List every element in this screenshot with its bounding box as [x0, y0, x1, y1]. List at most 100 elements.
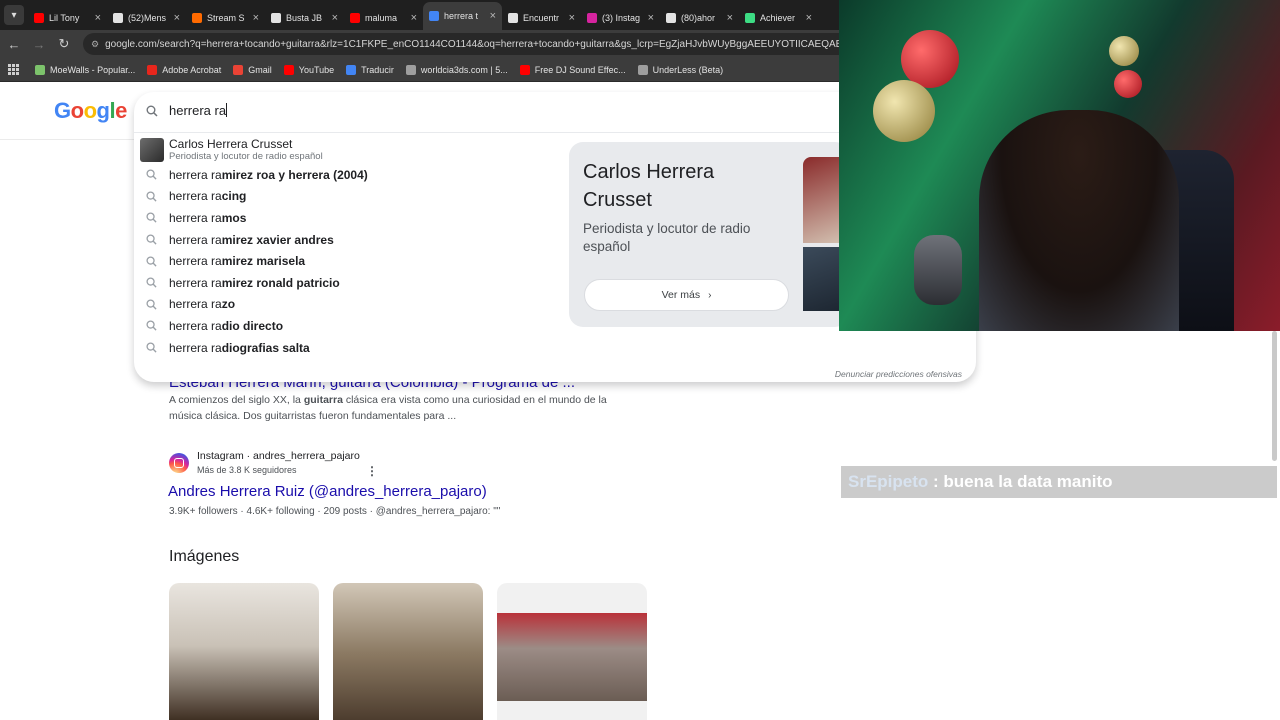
search-icon: [146, 212, 157, 224]
browser-tab[interactable]: (80)ahor ×: [660, 6, 739, 30]
bookmark-item[interactable]: YouTube: [283, 64, 334, 75]
close-tab-icon[interactable]: ×: [332, 12, 338, 24]
apps-grid-icon[interactable]: [8, 64, 19, 75]
search-input[interactable]: herrera ra: [169, 103, 669, 118]
logo-letter: G: [54, 98, 71, 123]
tab-title: (80)ahor: [681, 13, 716, 23]
tab-title: (52)Mens: [128, 13, 167, 23]
close-tab-icon[interactable]: ×: [411, 12, 417, 24]
see-more-button[interactable]: Ver más ›: [584, 279, 789, 311]
instagram-result-title[interactable]: Andres Herrera Ruiz (@andres_herrera_paj…: [168, 483, 487, 500]
image-result[interactable]: [497, 583, 647, 720]
close-tab-icon[interactable]: ×: [490, 10, 496, 22]
tab-favicon-icon: [350, 13, 360, 23]
browser-tab[interactable]: Achiever ×: [739, 6, 818, 30]
chat-text: buena la data manito: [943, 472, 1113, 491]
suggestion-typed: herrera ra: [169, 210, 222, 225]
tab-favicon-icon: [429, 11, 439, 21]
reload-icon[interactable]: ↻: [53, 36, 75, 52]
scrollbar-thumb[interactable]: [1272, 331, 1277, 461]
tab-favicon-icon: [192, 13, 202, 23]
tab-favicon-icon: [34, 13, 44, 23]
tab-search-chevron-icon[interactable]: ▾: [4, 5, 24, 25]
image-result[interactable]: [333, 583, 483, 720]
browser-tab[interactable]: Lil Tony ×: [28, 6, 107, 30]
tab-title: Busta JB: [286, 13, 323, 23]
browser-tab[interactable]: (52)Mens ×: [107, 6, 186, 30]
logo-letter: o: [83, 98, 97, 123]
close-tab-icon[interactable]: ×: [95, 12, 101, 24]
chat-username: SrEpipeto: [848, 472, 929, 491]
tab-title: (3) Instag: [602, 13, 641, 23]
google-logo[interactable]: Google: [54, 98, 127, 124]
webcam-overlay: [839, 0, 1280, 331]
suggestion-item[interactable]: herrera ra zo: [134, 294, 564, 316]
bookmark-item[interactable]: Traducir: [346, 64, 394, 75]
suggestion-typed: herrera ra: [169, 167, 222, 182]
report-predictions-link[interactable]: Denunciar predicciones ofensivas: [835, 369, 962, 379]
suggestion-item[interactable]: herrera ra mirez ronald patricio: [134, 272, 564, 294]
knowledge-card[interactable]: Carlos Herrera Crusset Periodista y locu…: [569, 142, 849, 327]
tab-title: herrera t: [444, 11, 479, 21]
suggestion-completion: mirez xavier andres: [221, 232, 334, 247]
suggestion-typed: herrera ra: [169, 275, 222, 290]
close-tab-icon[interactable]: ×: [806, 12, 812, 24]
more-options-icon[interactable]: ⋮: [366, 464, 378, 478]
browser-tab[interactable]: maluma ×: [344, 6, 423, 30]
bookmark-item[interactable]: MoeWalls - Popular...: [35, 64, 136, 75]
browser-tab[interactable]: herrera t ×: [423, 2, 502, 30]
image-result[interactable]: [169, 583, 319, 720]
suggestion-completion: zo: [221, 297, 236, 312]
browser-tab[interactable]: Encuentr ×: [502, 6, 581, 30]
tab-favicon-icon: [113, 13, 123, 23]
search-icon: [146, 320, 157, 332]
bookmark-item[interactable]: UnderLess (Beta): [637, 64, 723, 75]
instagram-source[interactable]: Instagram · andres_herrera_pajaro Más de…: [169, 449, 360, 477]
close-tab-icon[interactable]: ×: [253, 12, 259, 24]
bookmark-item[interactable]: worldcia3ds.com | 5...: [405, 64, 508, 75]
bookmark-item[interactable]: Adobe Acrobat: [147, 64, 222, 75]
bookmark-item[interactable]: Free DJ Sound Effec...: [519, 64, 626, 75]
suggestion-completion: diografias salta: [221, 340, 310, 355]
snippet-bold: guitarra: [303, 394, 343, 406]
close-tab-icon[interactable]: ×: [174, 12, 180, 24]
tab-title: Stream S: [207, 13, 245, 23]
suggestion-item[interactable]: herrera ra dio directo: [134, 315, 564, 337]
suggestion-item[interactable]: herrera ra cing: [134, 186, 564, 208]
suggestion-list: Carlos Herrera Crusset Periodista y locu…: [134, 136, 564, 358]
suggestion-item[interactable]: herrera ra mirez xavier andres: [134, 229, 564, 251]
site-info-icon[interactable]: ⚙: [91, 39, 99, 50]
browser-tab[interactable]: (3) Instag ×: [581, 6, 660, 30]
close-tab-icon[interactable]: ×: [648, 12, 654, 24]
bookmark-item[interactable]: Gmail: [233, 64, 272, 75]
suggestion-item[interactable]: herrera ra mirez marisela: [134, 250, 564, 272]
knowledge-card-description: Periodista y locutor de radio español: [583, 221, 751, 254]
bookmark-label: worldcia3ds.com | 5...: [420, 64, 508, 75]
back-icon[interactable]: ←: [3, 37, 25, 52]
browser-tab[interactable]: Stream S ×: [186, 6, 265, 30]
suggestion-completion: dio directo: [221, 318, 284, 333]
bookmark-label: Adobe Acrobat: [162, 64, 222, 75]
suggestion-item[interactable]: herrera ra mirez roa y herrera (2004): [134, 164, 564, 186]
bookmark-favicon-icon: [637, 64, 648, 75]
tab-title: Achiever: [760, 13, 796, 23]
tab-favicon-icon: [666, 13, 676, 23]
suggestion-typed: herrera ra: [169, 340, 222, 355]
images-heading[interactable]: Imágenes: [169, 548, 239, 566]
suggestion-item[interactable]: herrera ra mos: [134, 207, 564, 229]
bookmark-label: MoeWalls - Popular...: [50, 64, 136, 75]
browser-tab[interactable]: Busta JB ×: [265, 6, 344, 30]
suggestion-completion: cing: [221, 189, 247, 204]
close-tab-icon[interactable]: ×: [727, 12, 733, 24]
suggestion-item[interactable]: herrera ra diografias salta: [134, 337, 564, 359]
instagram-icon: [169, 453, 189, 473]
entity-name: Carlos Herrera Crusset: [169, 136, 293, 151]
close-tab-icon[interactable]: ×: [569, 12, 575, 24]
result-snippet: A comienzos del siglo XX, la guitarra cl…: [169, 392, 639, 424]
chevron-right-icon: ›: [708, 289, 712, 301]
suggestion-completion: mirez marisela: [221, 254, 306, 269]
logo-letter: o: [70, 98, 84, 123]
tab-title: Encuentr: [523, 13, 560, 23]
forward-icon[interactable]: →: [28, 37, 50, 52]
entity-suggestion[interactable]: Carlos Herrera Crusset Periodista y locu…: [134, 136, 564, 164]
